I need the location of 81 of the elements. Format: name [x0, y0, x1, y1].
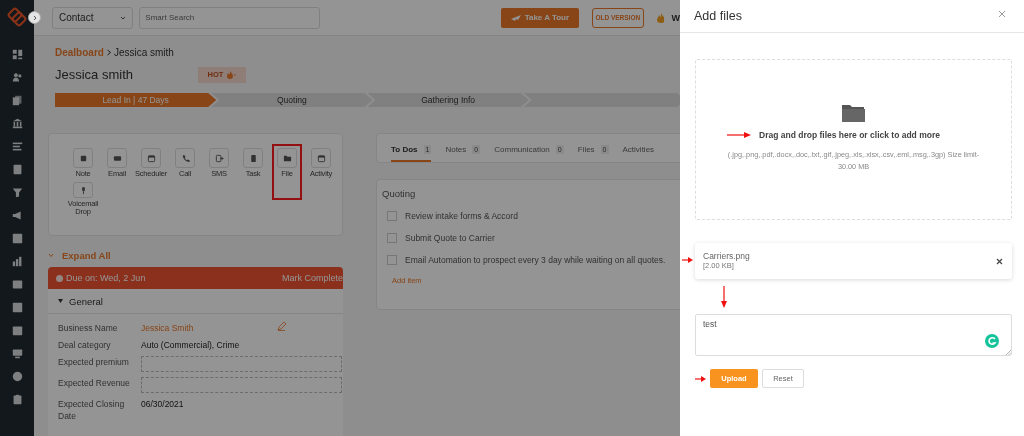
pipeline-stage[interactable]: Gathering Info — [367, 93, 529, 107]
list-icon[interactable] — [11, 141, 23, 152]
phone-icon — [180, 153, 190, 163]
note-icon — [78, 153, 88, 163]
resize-grip-icon[interactable] — [1005, 349, 1011, 355]
action-button[interactable] — [73, 182, 93, 198]
note-field[interactable]: test — [695, 314, 1012, 356]
pipeline-stage[interactable]: Lead In | 47 Days — [55, 93, 217, 107]
field-input[interactable] — [141, 377, 342, 393]
action-button[interactable] — [209, 148, 229, 168]
caret-icon — [120, 14, 127, 21]
action-button[interactable] — [175, 148, 195, 168]
field-label: Expected Revenue — [58, 377, 131, 389]
due-date: Due on: Wed, 2 Jun — [66, 273, 146, 283]
bank-icon[interactable] — [11, 118, 23, 129]
deal-title: Jessica smith — [55, 67, 135, 82]
remove-button[interactable] — [994, 256, 1004, 266]
search-field[interactable]: Smart Search — [139, 6, 320, 29]
file-name: Carriers.png — [703, 251, 750, 261]
flame-icon — [656, 12, 665, 23]
action-button[interactable] — [277, 148, 297, 168]
people-icon[interactable] — [11, 72, 23, 83]
expand-all-link[interactable]: Expand All — [62, 249, 111, 261]
document-icon[interactable] — [11, 164, 23, 175]
bar-chart-icon[interactable] — [11, 256, 23, 267]
checkbox[interactable] — [387, 233, 397, 243]
action-button[interactable] — [311, 148, 331, 168]
action-button[interactable] — [141, 148, 161, 168]
close-icon — [998, 10, 1006, 18]
folder-icon — [282, 153, 292, 163]
sms-icon — [214, 153, 224, 163]
megaphone-icon[interactable] — [11, 210, 23, 221]
field-link[interactable]: Jessica Smith — [141, 322, 277, 334]
todo-item: Review intake forms & Accord — [405, 211, 518, 221]
plane-icon — [510, 13, 521, 22]
chevron-icon — [31, 14, 38, 21]
todo-title: Quoting — [382, 188, 417, 199]
breadcrumb-current: Jessica smith — [113, 47, 174, 58]
logo-icon — [6, 6, 28, 28]
field-label: Expected premium — [58, 356, 130, 368]
arrow-icon — [727, 132, 752, 138]
panel-title: Add files — [694, 9, 742, 23]
section-title: General — [69, 295, 103, 307]
field-label: Business Name — [58, 322, 119, 334]
section-header[interactable]: General — [48, 289, 343, 314]
caret-icon — [48, 252, 54, 258]
clipboard-icon — [248, 153, 258, 163]
field-label: Deal category — [58, 339, 112, 351]
flame-icon — [227, 70, 237, 79]
check-circle-icon — [56, 274, 63, 282]
monitor-icon[interactable] — [11, 348, 23, 359]
tour-button[interactable]: Take A Tour — [500, 7, 580, 28]
envelope-icon — [112, 153, 122, 163]
contact-select[interactable]: Contact — [52, 6, 134, 29]
chevron-icon — [105, 49, 112, 56]
field-input[interactable] — [141, 356, 342, 372]
dropzone-prompt: Drag and drop files here or click to add more — [759, 130, 940, 140]
menu-label: W — [671, 12, 680, 23]
action-button[interactable] — [107, 148, 127, 168]
breadcrumb-link[interactable]: Dealboard — [55, 47, 104, 58]
mark-complete-button[interactable]: Mark Complete — [281, 273, 343, 283]
todo-item: Email Automation to prospect every 3 day while waiting on all quotes. — [405, 255, 666, 265]
todo-item: Submit Quote to Carrier — [405, 233, 495, 243]
action-button[interactable] — [243, 148, 263, 168]
folder-icon — [841, 103, 866, 123]
dashboard-icon[interactable] — [11, 49, 23, 60]
checkbox[interactable] — [387, 255, 397, 265]
clipboard-icon[interactable] — [11, 394, 23, 405]
field-label: Expected Closing Date — [58, 398, 126, 422]
tab[interactable]: Activities — [622, 145, 655, 162]
close-icon — [995, 257, 1003, 265]
checkbox[interactable] — [387, 211, 397, 221]
arrow-icon — [695, 375, 706, 382]
funnel-icon[interactable] — [11, 187, 23, 198]
arrow-icon — [682, 257, 693, 263]
action-button[interactable] — [73, 148, 93, 168]
arrow-icon — [721, 285, 727, 308]
field-value: Auto (Commercial), Crime — [141, 339, 240, 351]
copy-icon[interactable] — [11, 95, 23, 106]
pipeline-stage[interactable]: Quoting — [211, 93, 373, 107]
field-value: 06/30/2021 — [141, 398, 184, 410]
